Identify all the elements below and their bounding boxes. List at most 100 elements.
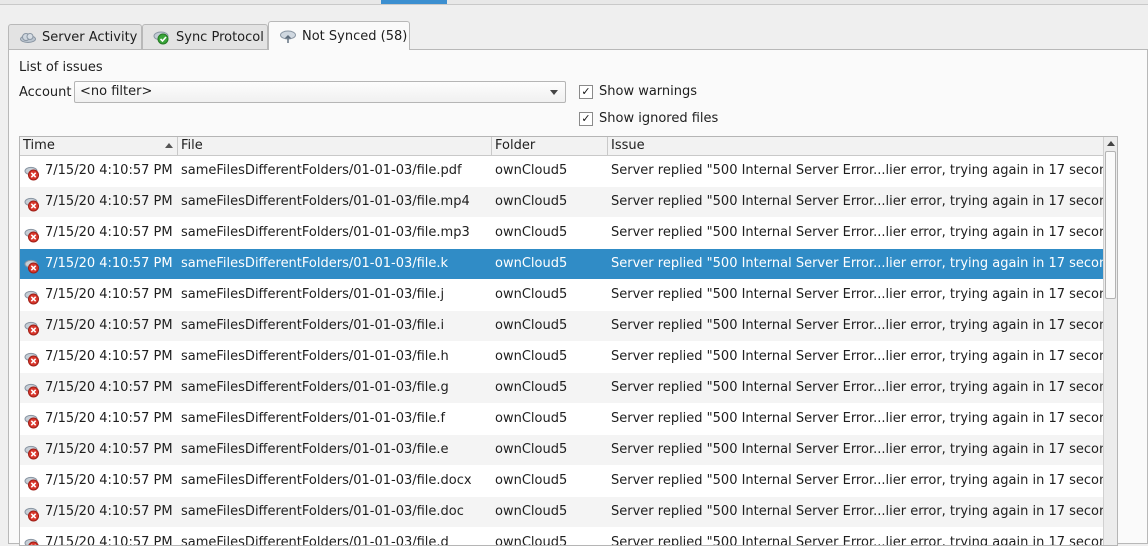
cell-folder: ownCloud5 bbox=[495, 380, 568, 395]
show-warnings-checkbox[interactable]: ✓ Show warnings bbox=[579, 84, 697, 99]
cell-time: 7/15/20 4:10:57 PM bbox=[45, 318, 173, 333]
column-header-folder[interactable]: Folder bbox=[492, 137, 608, 155]
table-row[interactable]: 7/15/20 4:10:57 PM sameFilesDifferentFold… bbox=[20, 249, 1103, 280]
cell-issue: Server replied "500 Internal Server Erro… bbox=[611, 318, 1103, 333]
account-label: Account bbox=[19, 85, 72, 100]
cell-time: 7/15/20 4:10:57 PM bbox=[45, 287, 173, 302]
cell-file: sameFilesDifferentFolders/01-01-03/file.… bbox=[181, 287, 445, 302]
cell-file: sameFilesDifferentFolders/01-01-03/file.… bbox=[181, 535, 449, 546]
cell-time: 7/15/20 4:10:57 PM bbox=[45, 411, 173, 426]
cell-issue: Server replied "500 Internal Server Erro… bbox=[611, 473, 1103, 488]
cell-file: sameFilesDifferentFolders/01-01-03/file.… bbox=[181, 163, 462, 178]
cell-time: 7/15/20 4:10:57 PM bbox=[45, 194, 173, 209]
cell-issue: Server replied "500 Internal Server Erro… bbox=[611, 442, 1103, 457]
table-row[interactable]: 7/15/20 4:10:57 PM sameFilesDifferentFold… bbox=[20, 497, 1103, 528]
column-header-issue[interactable]: Issue bbox=[608, 137, 1103, 155]
cell-folder: ownCloud5 bbox=[495, 256, 568, 271]
table-row[interactable]: 7/15/20 4:10:57 PM sameFilesDifferentFold… bbox=[20, 311, 1103, 342]
cell-time: 7/15/20 4:10:57 PM bbox=[45, 442, 173, 457]
cell-issue: Server replied "500 Internal Server Erro… bbox=[611, 349, 1103, 364]
cell-folder: ownCloud5 bbox=[495, 318, 568, 333]
cell-issue: Server replied "500 Internal Server Erro… bbox=[611, 163, 1103, 178]
cell-file: sameFilesDifferentFolders/01-01-03/file.… bbox=[181, 380, 449, 395]
table-row[interactable]: 7/15/20 4:10:57 PM sameFilesDifferentFold… bbox=[20, 187, 1103, 218]
cell-folder: ownCloud5 bbox=[495, 504, 568, 519]
cell-folder: ownCloud5 bbox=[495, 163, 568, 178]
cell-file: sameFilesDifferentFolders/01-01-03/file.… bbox=[181, 225, 470, 240]
table-row[interactable]: 7/15/20 4:10:57 PM sameFilesDifferentFold… bbox=[20, 528, 1103, 546]
cell-folder: ownCloud5 bbox=[495, 225, 568, 240]
table-row[interactable]: 7/15/20 4:10:57 PM sameFilesDifferentFold… bbox=[20, 435, 1103, 466]
cell-file: sameFilesDifferentFolders/01-01-03/file.… bbox=[181, 504, 464, 519]
show-ignored-files-checkbox[interactable]: ✓ Show ignored files bbox=[579, 111, 718, 126]
cell-time: 7/15/20 4:10:57 PM bbox=[45, 473, 173, 488]
tab-not-synced-label: Not Synced (58) bbox=[302, 28, 408, 44]
cell-folder: ownCloud5 bbox=[495, 349, 568, 364]
tab-server-activity[interactable]: Server Activity bbox=[8, 24, 142, 49]
table-row[interactable]: 7/15/20 4:10:57 PM sameFilesDifferentFold… bbox=[20, 218, 1103, 249]
issues-list-title: List of issues bbox=[19, 60, 103, 75]
tab-not-synced[interactable]: Not Synced (58) bbox=[268, 21, 410, 50]
table-row[interactable]: 7/15/20 4:10:57 PM sameFilesDifferentFold… bbox=[20, 280, 1103, 311]
cell-time: 7/15/20 4:10:57 PM bbox=[45, 225, 173, 240]
cell-issue: Server replied "500 Internal Server Erro… bbox=[611, 535, 1103, 546]
cell-folder: ownCloud5 bbox=[495, 194, 568, 209]
account-filter-value: <no filter> bbox=[80, 84, 153, 99]
active-section-indicator bbox=[381, 0, 447, 4]
tab-sync-protocol[interactable]: Sync Protocol bbox=[142, 24, 268, 49]
sync-error-icon bbox=[24, 349, 40, 367]
cell-time: 7/15/20 4:10:57 PM bbox=[45, 504, 173, 519]
cell-time: 7/15/20 4:10:57 PM bbox=[45, 535, 173, 546]
vertical-scrollbar[interactable] bbox=[1103, 137, 1117, 545]
cell-issue: Server replied "500 Internal Server Erro… bbox=[611, 256, 1103, 271]
cell-time: 7/15/20 4:10:57 PM bbox=[45, 163, 173, 178]
cell-issue: Server replied "500 Internal Server Erro… bbox=[611, 194, 1103, 209]
account-filter-select[interactable]: <no filter> bbox=[74, 81, 566, 103]
show-ignored-files-label: Show ignored files bbox=[599, 111, 719, 126]
column-header-file[interactable]: File bbox=[178, 137, 492, 155]
sync-error-icon bbox=[24, 163, 40, 181]
cell-time: 7/15/20 4:10:57 PM bbox=[45, 380, 173, 395]
table-row[interactable]: 7/15/20 4:10:57 PM sameFilesDifferentFold… bbox=[20, 404, 1103, 435]
sync-error-icon bbox=[24, 287, 40, 305]
column-header-time[interactable]: Time bbox=[20, 137, 178, 155]
cell-file: sameFilesDifferentFolders/01-01-03/file.… bbox=[181, 473, 472, 488]
sync-error-icon bbox=[24, 256, 40, 274]
table-row[interactable]: 7/15/20 4:10:57 PM sameFilesDifferentFold… bbox=[20, 466, 1103, 497]
cell-folder: ownCloud5 bbox=[495, 287, 568, 302]
tab-sync-protocol-label: Sync Protocol bbox=[176, 29, 264, 45]
scroll-up-arrow-icon[interactable] bbox=[1107, 141, 1115, 146]
table-row[interactable]: 7/15/20 4:10:57 PM sameFilesDifferentFold… bbox=[20, 373, 1103, 404]
chevron-down-icon bbox=[550, 90, 558, 95]
sync-error-icon bbox=[24, 411, 40, 429]
cell-file: sameFilesDifferentFolders/01-01-03/file.… bbox=[181, 318, 445, 333]
cell-file: sameFilesDifferentFolders/01-01-03/file.… bbox=[181, 442, 449, 457]
sync-ok-icon bbox=[153, 29, 171, 45]
cloud-upload-icon bbox=[279, 28, 297, 44]
checkmark-icon: ✓ bbox=[579, 84, 593, 99]
cell-time: 7/15/20 4:10:57 PM bbox=[45, 349, 173, 364]
sync-error-icon bbox=[24, 225, 40, 243]
issues-table: Time File Folder Issue 7/15/20 4:10:57 P… bbox=[19, 136, 1118, 546]
cell-folder: ownCloud5 bbox=[495, 473, 568, 488]
sync-error-icon bbox=[24, 380, 40, 398]
cell-folder: ownCloud5 bbox=[495, 442, 568, 457]
cell-file: sameFilesDifferentFolders/01-01-03/file.… bbox=[181, 411, 446, 426]
show-warnings-label: Show warnings bbox=[599, 84, 698, 99]
sync-error-icon bbox=[24, 194, 40, 212]
cell-issue: Server replied "500 Internal Server Erro… bbox=[611, 287, 1103, 302]
top-divider bbox=[0, 0, 1148, 5]
cell-issue: Server replied "500 Internal Server Erro… bbox=[611, 225, 1103, 240]
cell-file: sameFilesDifferentFolders/01-01-03/file.… bbox=[181, 194, 470, 209]
cloud-icon bbox=[19, 29, 37, 45]
scrollbar-thumb[interactable] bbox=[1105, 151, 1116, 299]
table-header: Time File Folder Issue bbox=[20, 137, 1103, 156]
sync-error-icon bbox=[24, 442, 40, 460]
table-row[interactable]: 7/15/20 4:10:57 PM sameFilesDifferentFold… bbox=[20, 342, 1103, 373]
sort-ascending-icon bbox=[165, 143, 173, 148]
cell-time: 7/15/20 4:10:57 PM bbox=[45, 256, 173, 271]
tab-server-activity-label: Server Activity bbox=[42, 29, 138, 45]
sync-error-icon bbox=[24, 535, 40, 545]
table-row[interactable]: 7/15/20 4:10:57 PM sameFilesDifferentFold… bbox=[20, 156, 1103, 187]
sync-error-icon bbox=[24, 318, 40, 336]
